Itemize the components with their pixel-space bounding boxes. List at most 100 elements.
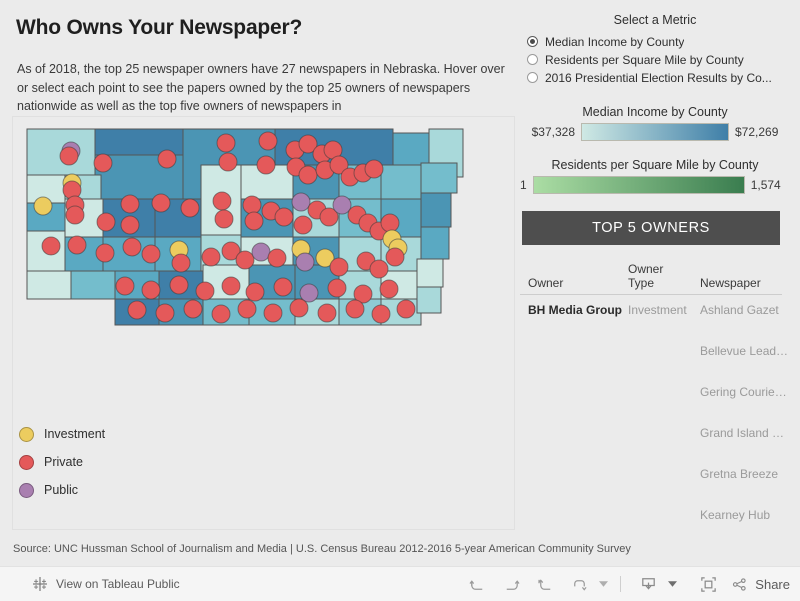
radio-option-residents-per-sq-mile[interactable]: Residents per Square Mile by County — [527, 51, 800, 68]
newspaper-point[interactable] — [59, 146, 79, 166]
newspaper-point[interactable] — [293, 215, 313, 235]
newspaper-point[interactable] — [380, 213, 400, 233]
table-row[interactable]: Kearney Hub — [520, 500, 800, 541]
legend-item[interactable]: Public — [19, 476, 105, 504]
newspaper-point[interactable] — [379, 279, 399, 299]
right-panel: Select a Metric Median Income by County … — [520, 0, 800, 545]
county-shape[interactable] — [420, 192, 452, 228]
newspaper-point[interactable] — [122, 237, 142, 257]
newspaper-point[interactable] — [396, 299, 416, 319]
newspaper-point[interactable] — [95, 243, 115, 263]
county-shape[interactable] — [380, 164, 422, 200]
refresh-dropdown-caret-icon[interactable] — [596, 567, 610, 601]
county-shape[interactable] — [70, 270, 116, 300]
newspaper-point[interactable] — [237, 299, 257, 319]
newspaper-point[interactable] — [67, 235, 87, 255]
redo-button[interactable] — [494, 567, 528, 601]
newspaper-point[interactable] — [157, 149, 177, 169]
legend-max-value: 1,574 — [750, 178, 781, 192]
newspaper-point[interactable] — [235, 250, 255, 270]
newspaper-point[interactable] — [371, 304, 391, 324]
legend-min-value: 1 — [520, 178, 527, 192]
newspaper-point[interactable] — [214, 209, 234, 229]
newspaper-point[interactable] — [65, 205, 85, 225]
newspaper-point[interactable] — [169, 275, 189, 295]
newspaper-point[interactable] — [115, 276, 135, 296]
radio-option-median-income[interactable]: Median Income by County — [527, 33, 800, 50]
newspaper-point[interactable] — [345, 299, 365, 319]
newspaper-point[interactable] — [274, 207, 294, 227]
newspaper-point[interactable] — [291, 192, 311, 212]
download-dropdown-caret-icon[interactable] — [665, 567, 679, 601]
view-on-tableau-public-label: View on Tableau Public — [56, 577, 180, 591]
table-cell-paper: Gretna Breeze — [700, 467, 779, 481]
newspaper-point[interactable] — [245, 282, 265, 302]
newspaper-point[interactable] — [93, 153, 113, 173]
newspaper-point[interactable] — [120, 194, 140, 214]
share-button[interactable]: Share — [731, 576, 790, 593]
legend-item[interactable]: Private — [19, 448, 105, 476]
newspaper-point[interactable] — [256, 155, 276, 175]
newspaper-point[interactable] — [183, 299, 203, 319]
county-shape[interactable] — [420, 162, 458, 194]
newspaper-point[interactable] — [242, 195, 262, 215]
newspaper-point[interactable] — [41, 236, 61, 256]
newspaper-point[interactable] — [273, 277, 293, 297]
view-on-tableau-public-button[interactable]: View on Tableau Public — [32, 567, 180, 601]
newspaper-point[interactable] — [317, 303, 337, 323]
newspaper-point[interactable] — [364, 159, 384, 179]
newspaper-point[interactable] — [141, 280, 161, 300]
newspaper-point[interactable] — [267, 248, 287, 268]
newspaper-point[interactable] — [151, 193, 171, 213]
newspaper-point[interactable] — [120, 215, 140, 235]
radio-button-icon[interactable] — [527, 54, 538, 65]
radio-button-icon[interactable] — [527, 72, 538, 83]
newspaper-point[interactable] — [244, 211, 264, 231]
table-row[interactable]: Gretna Breeze — [520, 459, 800, 500]
private-swatch-icon — [19, 454, 34, 470]
newspaper-point[interactable] — [171, 253, 191, 273]
newspaper-point[interactable] — [327, 278, 347, 298]
download-button[interactable] — [631, 567, 665, 601]
newspaper-point[interactable] — [298, 165, 318, 185]
newspaper-point[interactable] — [251, 242, 271, 262]
radio-option-2016-election[interactable]: 2016 Presidential Election Results by Co… — [527, 69, 800, 86]
table-row[interactable]: Grand Island … — [520, 418, 800, 459]
newspaper-point[interactable] — [329, 257, 349, 277]
newspaper-point[interactable] — [258, 131, 278, 151]
table-row[interactable]: BH Media Group Investment Ashland Gazet — [520, 295, 800, 336]
newspaper-point[interactable] — [218, 152, 238, 172]
revert-button[interactable] — [528, 567, 562, 601]
newspaper-point[interactable] — [180, 198, 200, 218]
newspaper-point[interactable] — [369, 259, 389, 279]
table-row[interactable]: Gering Courie… — [520, 377, 800, 418]
newspaper-point[interactable] — [211, 304, 231, 324]
county-shape[interactable] — [416, 286, 442, 314]
radio-button-icon[interactable] — [527, 36, 538, 47]
newspaper-point[interactable] — [96, 212, 116, 232]
newspaper-point[interactable] — [221, 276, 241, 296]
legend-item[interactable]: Investment — [19, 420, 105, 448]
table-row[interactable]: Bellevue Lead… — [520, 336, 800, 377]
newspaper-point[interactable] — [141, 244, 161, 264]
newspaper-point[interactable] — [263, 303, 283, 323]
map-panel[interactable]: Investment Private Public — [12, 116, 515, 530]
newspaper-point[interactable] — [33, 196, 53, 216]
newspaper-point[interactable] — [212, 191, 232, 211]
newspaper-point[interactable] — [385, 247, 405, 267]
refresh-button[interactable] — [562, 567, 596, 601]
county-shape[interactable] — [420, 226, 450, 260]
legend-title: Residents per Square Mile by County — [551, 158, 759, 172]
metric-radio-group[interactable]: Median Income by County Residents per Sq… — [527, 33, 800, 87]
newspaper-point[interactable] — [216, 133, 236, 153]
newspaper-point[interactable] — [201, 247, 221, 267]
newspaper-point[interactable] — [295, 252, 315, 272]
county-shape[interactable] — [26, 270, 72, 300]
undo-button[interactable] — [460, 567, 494, 601]
newspaper-point[interactable] — [195, 281, 215, 301]
newspaper-point[interactable] — [289, 298, 309, 318]
newspaper-point[interactable] — [155, 303, 175, 323]
newspaper-point[interactable] — [127, 300, 147, 320]
fullscreen-button[interactable] — [691, 567, 725, 601]
county-shape[interactable] — [416, 258, 444, 288]
